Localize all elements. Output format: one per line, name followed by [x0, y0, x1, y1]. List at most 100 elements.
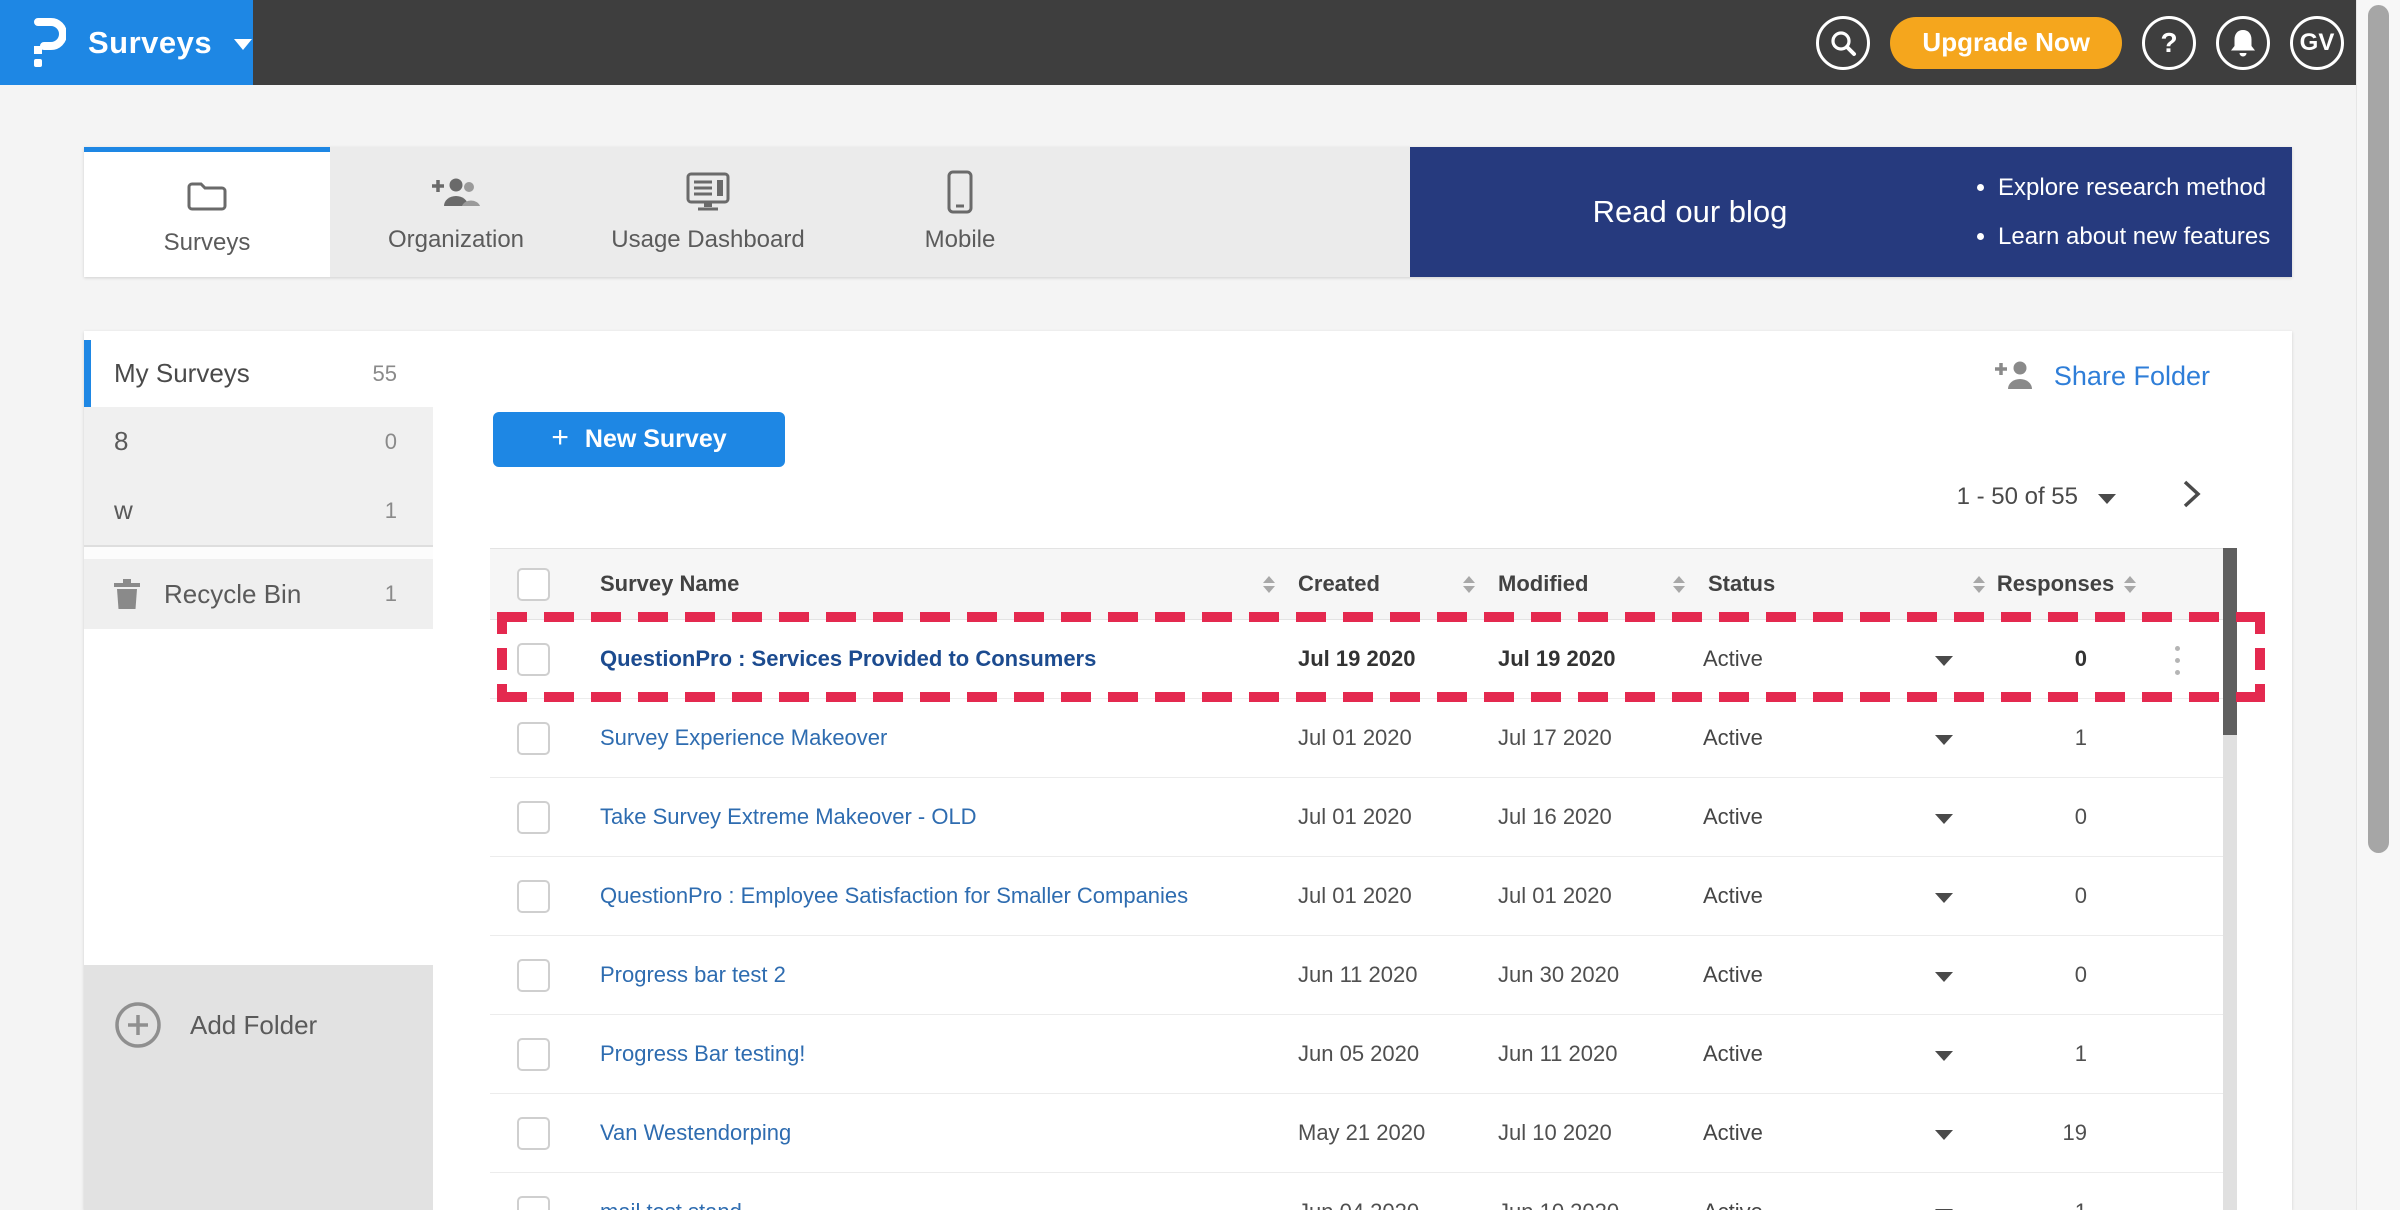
sidebar-item-folder-8[interactable]: 8 0 — [84, 407, 433, 476]
tab-organization[interactable]: Organization — [330, 147, 582, 277]
banner-title: Read our blog — [1410, 194, 1970, 230]
sort-icon[interactable] — [1463, 576, 1475, 593]
new-survey-button[interactable]: + New Survey — [493, 412, 785, 467]
plus-circle-icon — [114, 1001, 162, 1049]
row-checkbox[interactable] — [517, 722, 550, 755]
row-menu-kebab-icon[interactable] — [2125, 644, 2230, 675]
product-name: Surveys — [88, 25, 212, 61]
folder-label: 8 — [114, 426, 128, 457]
survey-name-link[interactable]: Van Westendorping — [585, 1120, 1285, 1146]
survey-name-link[interactable]: Progress Bar testing! — [585, 1041, 1285, 1067]
search-button[interactable] — [1816, 16, 1870, 70]
topbar-actions: Upgrade Now ? GV — [1816, 0, 2344, 85]
table-scrollbar[interactable] — [2223, 548, 2237, 1210]
created-date: May 21 2020 — [1285, 1120, 1485, 1146]
status-dropdown[interactable]: Active — [1695, 804, 1995, 830]
sort-icon[interactable] — [1263, 576, 1275, 593]
person-add-icon — [431, 170, 481, 214]
status-dropdown[interactable]: Active — [1695, 1120, 1995, 1146]
tab-label: Mobile — [925, 226, 996, 254]
table-row: Progress Bar testing! Jun 05 2020 Jun 11… — [490, 1015, 2230, 1094]
row-checkbox[interactable] — [517, 643, 550, 676]
chevron-down-icon — [1935, 814, 1953, 824]
add-folder-label: Add Folder — [190, 1010, 317, 1041]
status-dropdown[interactable]: Active — [1695, 1041, 1995, 1067]
chevron-down-icon — [1935, 1130, 1953, 1140]
status-dropdown[interactable]: Active — [1695, 962, 1995, 988]
created-date: Jun 11 2020 — [1285, 962, 1485, 988]
sort-icon[interactable] — [1673, 576, 1685, 593]
tab-surveys[interactable]: Surveys — [84, 147, 330, 277]
modified-date: Jul 10 2020 — [1485, 1120, 1695, 1146]
folder-count: 1 — [385, 581, 397, 607]
sidebar-bottom-area: Add Folder — [84, 965, 433, 1210]
sort-icon[interactable] — [1973, 576, 1985, 593]
status-dropdown[interactable]: Active — [1695, 646, 1995, 672]
search-icon — [1828, 28, 1858, 58]
next-page-button[interactable] — [2178, 477, 2204, 511]
tab-label: Organization — [388, 226, 524, 254]
sort-icon[interactable] — [2124, 576, 2136, 593]
column-header-status[interactable]: Status — [1695, 571, 1995, 597]
survey-name-link[interactable]: QuestionPro : Employee Satisfaction for … — [585, 883, 1285, 909]
tab-label: Surveys — [164, 229, 251, 257]
blog-banner[interactable]: Read our blog Explore research method Le… — [1410, 147, 2292, 277]
sidebar-item-folder-w[interactable]: w 1 — [84, 476, 433, 545]
product-menu[interactable]: Surveys — [0, 0, 253, 85]
table-row: Progress bar test 2 Jun 11 2020 Jun 30 2… — [490, 936, 2230, 1015]
sidebar-item-recycle-bin[interactable]: Recycle Bin 1 — [84, 559, 433, 629]
table-row: QuestionPro : Services Provided to Consu… — [490, 620, 2230, 699]
survey-name-link[interactable]: mail test stand — [585, 1199, 1285, 1210]
trash-icon — [114, 579, 140, 609]
row-checkbox[interactable] — [517, 801, 550, 834]
plus-icon: + — [551, 421, 569, 455]
created-date: Jun 04 2020 — [1285, 1199, 1485, 1210]
survey-name-link[interactable]: Take Survey Extreme Makeover - OLD — [585, 804, 1285, 830]
column-header-created[interactable]: Created — [1285, 571, 1485, 597]
notifications-button[interactable] — [2216, 16, 2270, 70]
sidebar-item-my-surveys[interactable]: My Surveys 55 — [84, 340, 433, 407]
status-value: Active — [1703, 962, 1763, 988]
responses-count: 0 — [1995, 804, 2125, 830]
table-row: QuestionPro : Employee Satisfaction for … — [490, 857, 2230, 936]
avatar[interactable]: GV — [2290, 16, 2344, 70]
surveys-table: Survey Name Created Modified Status — [490, 548, 2230, 1210]
survey-name-link[interactable]: Survey Experience Makeover — [585, 725, 1285, 751]
page-scrollbar-thumb[interactable] — [2368, 5, 2389, 853]
row-checkbox[interactable] — [517, 1117, 550, 1150]
select-all-checkbox[interactable] — [517, 568, 550, 601]
status-value: Active — [1703, 1199, 1763, 1210]
chevron-down-icon — [1935, 972, 1953, 982]
row-checkbox[interactable] — [517, 880, 550, 913]
survey-name-link[interactable]: QuestionPro : Services Provided to Consu… — [585, 646, 1285, 672]
row-checkbox[interactable] — [517, 1038, 550, 1071]
tab-usage-dashboard[interactable]: Usage Dashboard — [582, 147, 834, 277]
help-button[interactable]: ? — [2142, 16, 2196, 70]
modified-date: Jul 01 2020 — [1485, 883, 1695, 909]
pagination-range-dropdown[interactable]: 1 - 50 of 55 — [1957, 483, 2116, 511]
row-checkbox[interactable] — [517, 959, 550, 992]
table-scrollbar-thumb[interactable] — [2223, 548, 2237, 735]
status-dropdown[interactable]: Active — [1695, 725, 1995, 751]
created-date: Jul 01 2020 — [1285, 725, 1485, 751]
status-dropdown[interactable]: Active — [1695, 1199, 1995, 1210]
row-checkbox[interactable] — [517, 1196, 550, 1210]
column-header-modified[interactable]: Modified — [1485, 571, 1695, 597]
tab-mobile[interactable]: Mobile — [834, 147, 1086, 277]
created-date: Jul 01 2020 — [1285, 883, 1485, 909]
status-value: Active — [1703, 725, 1763, 751]
share-folder-link[interactable]: Share Folder — [1994, 359, 2210, 393]
surveys-dashboard: Surveys Upgrade Now ? — [0, 0, 2400, 1210]
table-row: Take Survey Extreme Makeover - OLD Jul 0… — [490, 778, 2230, 857]
add-folder-button[interactable]: Add Folder — [84, 991, 433, 1059]
column-header-survey-name[interactable]: Survey Name — [585, 571, 1285, 597]
upgrade-now-button[interactable]: Upgrade Now — [1890, 17, 2122, 69]
column-label: Created — [1298, 571, 1380, 597]
status-dropdown[interactable]: Active — [1695, 883, 1995, 909]
page-scrollbar[interactable] — [2356, 0, 2400, 1210]
column-label: Responses — [1997, 571, 2114, 597]
column-header-responses[interactable]: Responses — [1995, 571, 2125, 597]
topbar: Surveys Upgrade Now ? — [0, 0, 2400, 85]
survey-name-link[interactable]: Progress bar test 2 — [585, 962, 1285, 988]
dashboard-icon — [685, 170, 731, 214]
